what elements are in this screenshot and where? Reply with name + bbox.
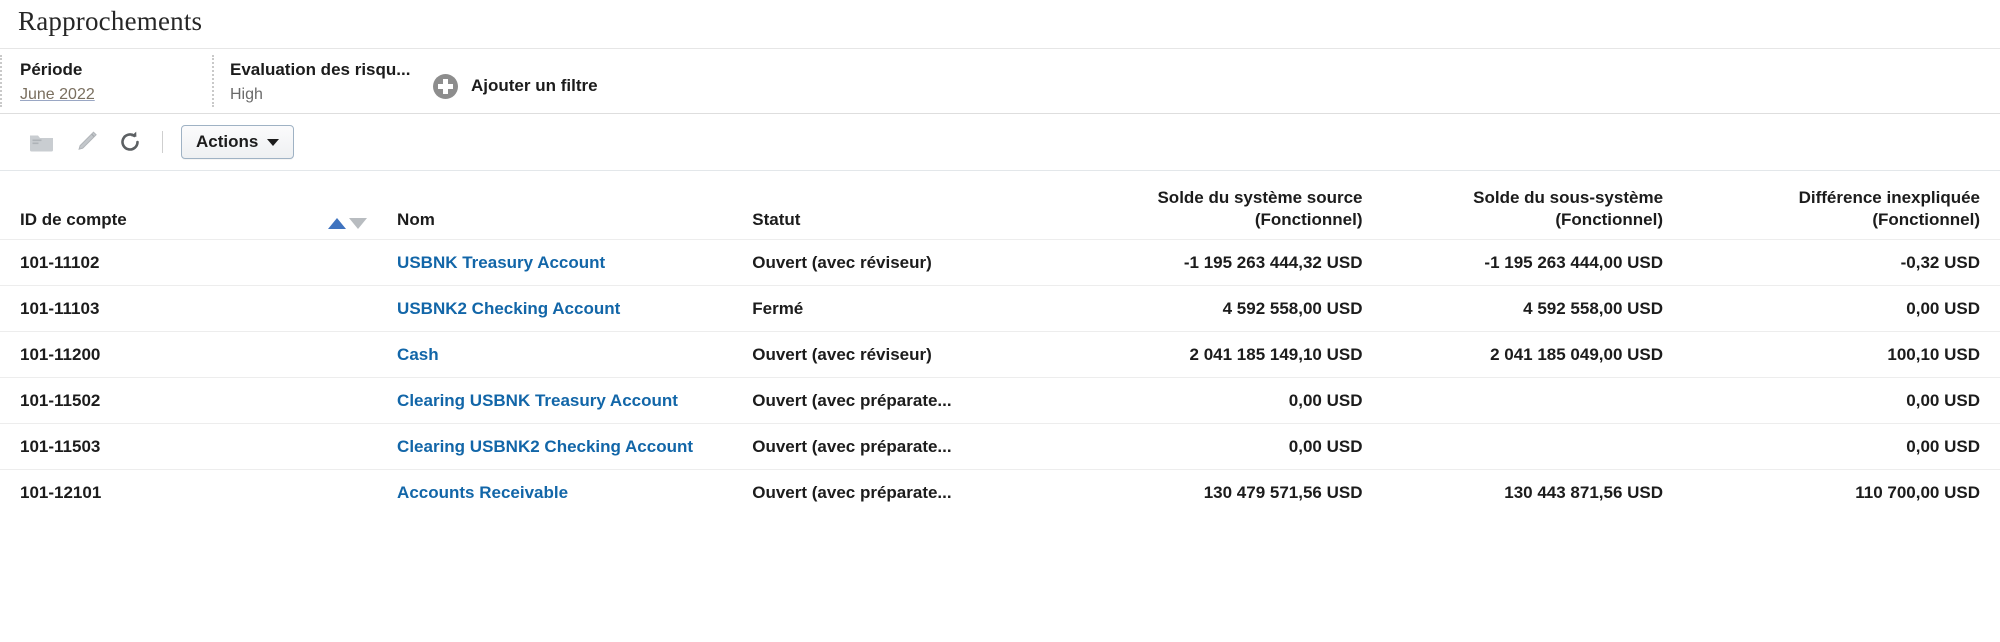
cell-source-balance: 0,00 USD — [1288, 390, 1363, 410]
cell-source-balance: 4 592 558,00 USD — [1222, 298, 1363, 318]
cell-subsystem-balance: -1 195 263 444,00 USD — [1484, 252, 1664, 272]
sort-ascending-icon[interactable] — [328, 218, 347, 229]
cell-subsystem-balance — [1383, 424, 1684, 470]
cell-account-id: 101-12101 — [20, 482, 102, 502]
table-row[interactable]: 101-11103 USBNK2 Checking Account Fermé … — [0, 285, 2000, 332]
column-header-name[interactable]: Nom — [377, 171, 732, 240]
column-header-status[interactable]: Statut — [732, 171, 1005, 240]
cell-account-id: 101-11102 — [20, 252, 100, 272]
table-header-row: ID de compte Nom Statut Solde du système… — [0, 171, 2000, 240]
cell-source-balance: 0,00 USD — [1288, 436, 1363, 456]
cell-name: Accounts Receivable — [377, 470, 732, 516]
page-title: Rapprochements — [18, 6, 203, 36]
cell-source-balance: 2 041 185 149,10 USD — [1189, 344, 1363, 364]
account-name-link[interactable]: USBNK2 Checking Account — [397, 299, 620, 318]
filter-chip-risk-evaluation[interactable]: Evaluation des risqu... High — [212, 49, 422, 113]
caret-down-icon — [267, 138, 280, 146]
filter-chip-periode-value[interactable]: June 2022 — [20, 83, 194, 107]
table-row[interactable]: 101-11503 Clearing USBNK2 Checking Accou… — [0, 423, 2000, 470]
cell-account-id: 101-11103 — [20, 298, 100, 318]
cell-subsystem-balance — [1383, 378, 1684, 424]
cell-subsystem-balance: 4 592 558,00 USD — [1523, 298, 1664, 318]
actions-button[interactable]: Actions — [181, 125, 295, 159]
table-header: ID de compte Nom Statut Solde du système… — [0, 171, 2000, 240]
cell-unexplained-difference: 110 700,00 USD — [1855, 482, 1980, 502]
cell-account-id: 101-11503 — [20, 436, 101, 456]
action-toolbar: Actions — [0, 114, 2000, 171]
actions-button-label: Actions — [196, 132, 259, 151]
add-filter-label: Ajouter un filtre — [471, 76, 598, 95]
cell-source-balance: -1 195 263 444,32 USD — [1183, 252, 1363, 272]
cell-name: Clearing USBNK2 Checking Account — [377, 424, 732, 470]
cell-status: Ouvert (avec préparate... — [752, 482, 952, 502]
cell-unexplained-difference: 0,00 USD — [1906, 436, 1980, 456]
filter-bar: Période June 2022 Evaluation des risqu..… — [0, 48, 2000, 114]
column-header-source-balance-label: Solde du système source — [1157, 188, 1363, 207]
filter-chip-periode[interactable]: Période June 2022 — [0, 49, 212, 113]
cell-unexplained-difference: -0,32 USD — [1900, 252, 1980, 272]
sort-arrows[interactable] — [328, 218, 368, 231]
column-header-status-label: Statut — [752, 210, 801, 229]
cell-unexplained-difference: 0,00 USD — [1906, 390, 1980, 410]
cell-subsystem-balance: 2 041 185 049,00 USD — [1490, 344, 1664, 364]
cell-subsystem-balance: 130 443 871,56 USD — [1504, 482, 1664, 502]
table-row[interactable]: 101-12101 Accounts Receivable Ouvert (av… — [0, 469, 2000, 516]
add-filter-button[interactable]: Ajouter un filtre — [422, 71, 598, 101]
account-name-link[interactable]: Clearing USBNK2 Checking Account — [397, 437, 693, 456]
cell-status: Ouvert (avec préparate... — [752, 436, 952, 456]
cell-name: USBNK Treasury Account — [377, 240, 732, 286]
refresh-icon[interactable] — [108, 125, 152, 159]
cell-unexplained-difference: 0,00 USD — [1906, 298, 1980, 318]
cell-unexplained-difference: 100,10 USD — [1887, 344, 1980, 364]
table-row[interactable]: 101-11502 Clearing USBNK Treasury Accoun… — [0, 377, 2000, 424]
filter-chip-risk-evaluation-value: High — [230, 86, 263, 103]
account-name-link[interactable]: USBNK Treasury Account — [397, 253, 605, 272]
table-body: 101-11102 USBNK Treasury Account Ouvert … — [0, 239, 2000, 516]
filter-chip-periode-label: Période — [20, 60, 83, 79]
cell-account-id: 101-11502 — [20, 390, 101, 410]
reconciliations-table: ID de compte Nom Statut Solde du système… — [0, 171, 2000, 515]
account-name-link[interactable]: Accounts Receivable — [397, 483, 568, 502]
column-header-account-id[interactable]: ID de compte — [0, 171, 377, 240]
cell-status: Ouvert (avec réviseur) — [752, 344, 932, 364]
plus-circle-icon — [432, 73, 459, 100]
column-header-name-label: Nom — [397, 210, 435, 229]
cell-status: Fermé — [752, 298, 804, 318]
cell-name: Clearing USBNK Treasury Account — [377, 378, 732, 424]
column-header-source-balance-sub: (Fonctionnel) — [1254, 210, 1363, 229]
toolbar-divider — [162, 131, 163, 153]
cell-name: Cash — [377, 332, 732, 378]
column-header-subsystem-balance-sub: (Fonctionnel) — [1555, 210, 1664, 229]
cell-account-id: 101-11200 — [20, 344, 101, 364]
edit-pencil-icon[interactable] — [64, 125, 108, 159]
filter-chip-risk-evaluation-label: Evaluation des risqu... — [230, 60, 411, 79]
column-header-account-id-label: ID de compte — [20, 210, 127, 229]
account-name-link[interactable]: Cash — [397, 345, 439, 364]
column-header-subsystem-balance[interactable]: Solde du sous-système (Fonctionnel) — [1383, 171, 1684, 240]
column-header-subsystem-balance-label: Solde du sous-système — [1473, 188, 1664, 207]
table-row[interactable]: 101-11200 Cash Ouvert (avec réviseur) 2 … — [0, 331, 2000, 378]
column-header-source-balance[interactable]: Solde du système source (Fonctionnel) — [1005, 171, 1382, 240]
table-row[interactable]: 101-11102 USBNK Treasury Account Ouvert … — [0, 239, 2000, 286]
folder-icon[interactable] — [20, 125, 64, 159]
column-header-unexplained-difference-label: Différence inexpliquée — [1798, 188, 1980, 207]
cell-name: USBNK2 Checking Account — [377, 286, 732, 332]
cell-status: Ouvert (avec réviseur) — [752, 252, 932, 272]
cell-source-balance: 130 479 571,56 USD — [1203, 482, 1363, 502]
column-header-unexplained-difference[interactable]: Différence inexpliquée (Fonctionnel) — [1683, 171, 2000, 240]
account-name-link[interactable]: Clearing USBNK Treasury Account — [397, 391, 678, 410]
cell-status: Ouvert (avec préparate... — [752, 390, 952, 410]
column-header-unexplained-difference-sub: (Fonctionnel) — [1872, 210, 1980, 229]
sort-descending-icon[interactable] — [349, 218, 368, 229]
